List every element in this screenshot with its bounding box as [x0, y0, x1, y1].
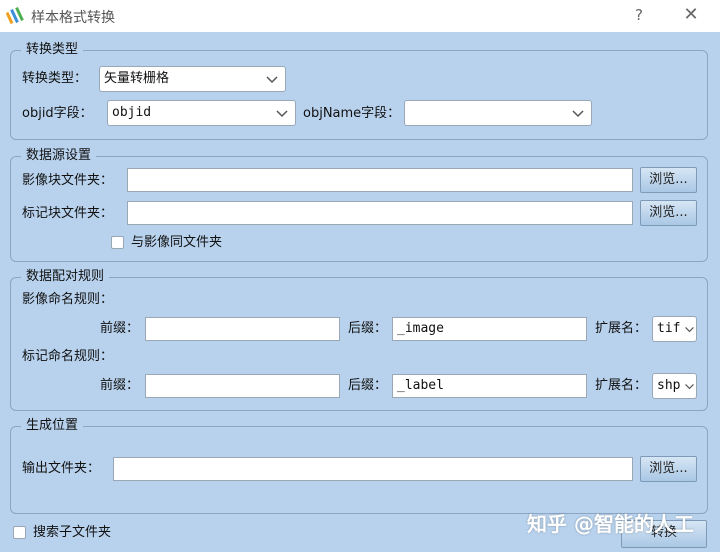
same-folder-checkbox[interactable] [111, 236, 124, 249]
label-folder-input[interactable] [127, 201, 633, 225]
help-button[interactable]: ? [628, 4, 650, 26]
label-folder-label: 标记块文件夹： [22, 206, 114, 221]
objid-field-value: objid [112, 105, 152, 120]
label-prefix-input[interactable] [145, 374, 340, 398]
rules-group-title: 数据配对规则 [21, 268, 110, 286]
objname-field-label: objName字段： [303, 106, 401, 121]
image-folder-input[interactable] [127, 168, 633, 192]
app-logo-icon [6, 7, 24, 25]
label-suffix-label: 后缀： [348, 378, 388, 393]
conversion-type-group: 转换类型 [10, 41, 708, 140]
label-rule-label: 标记命名规则： [22, 349, 114, 364]
objname-field-select[interactable] [404, 100, 592, 126]
window-title: 样本格式转换 [31, 10, 115, 26]
same-folder-label: 与影像同文件夹 [131, 235, 223, 250]
output-group-title: 生成位置 [21, 417, 84, 435]
objid-field-label: objid字段： [22, 106, 93, 121]
conversion-type-value: 矢量转栅格 [104, 71, 170, 86]
label-ext-label: 扩展名： [595, 378, 648, 393]
search-subfolders-checkbox[interactable] [13, 526, 26, 539]
output-folder-label: 输出文件夹： [22, 461, 101, 476]
image-ext-label: 扩展名： [595, 321, 648, 336]
label-prefix-label: 前缀： [100, 378, 140, 393]
image-folder-browse-button[interactable]: 浏览... [640, 167, 697, 193]
label-folder-browse-button[interactable]: 浏览... [640, 200, 697, 226]
chevron-down-icon [572, 110, 584, 118]
conversion-type-select[interactable]: 矢量转栅格 [99, 66, 286, 92]
image-rule-label: 影像命名规则： [22, 292, 114, 307]
chevron-down-icon [685, 327, 694, 333]
image-ext-select[interactable]: tif [652, 316, 697, 342]
search-subfolders-label: 搜索子文件夹 [33, 525, 112, 540]
image-prefix-label: 前缀： [100, 321, 140, 336]
label-suffix-input[interactable]: _label [392, 374, 587, 398]
objid-field-select[interactable]: objid [107, 100, 296, 126]
label-ext-select[interactable]: shp [652, 373, 697, 399]
chevron-down-icon [685, 384, 694, 390]
image-folder-label: 影像块文件夹： [22, 173, 114, 188]
output-folder-input[interactable] [113, 457, 633, 481]
watermark-text: 知乎 @智能的人工 [527, 512, 694, 536]
conversion-group-title: 转换类型 [21, 41, 84, 59]
image-suffix-input[interactable]: _image [392, 317, 587, 341]
source-group-title: 数据源设置 [21, 147, 97, 165]
chevron-down-icon [266, 76, 278, 84]
title-bar: 样本格式转换 ? ✕ [0, 0, 720, 32]
conversion-type-label: 转换类型： [22, 71, 88, 86]
close-icon[interactable]: ✕ [680, 4, 702, 26]
output-folder-browse-button[interactable]: 浏览... [640, 456, 697, 482]
chevron-down-icon [276, 110, 288, 118]
image-ext-value: tif [657, 321, 681, 336]
image-suffix-label: 后缀： [348, 321, 388, 336]
image-prefix-input[interactable] [145, 317, 340, 341]
label-ext-value: shp [657, 378, 681, 393]
